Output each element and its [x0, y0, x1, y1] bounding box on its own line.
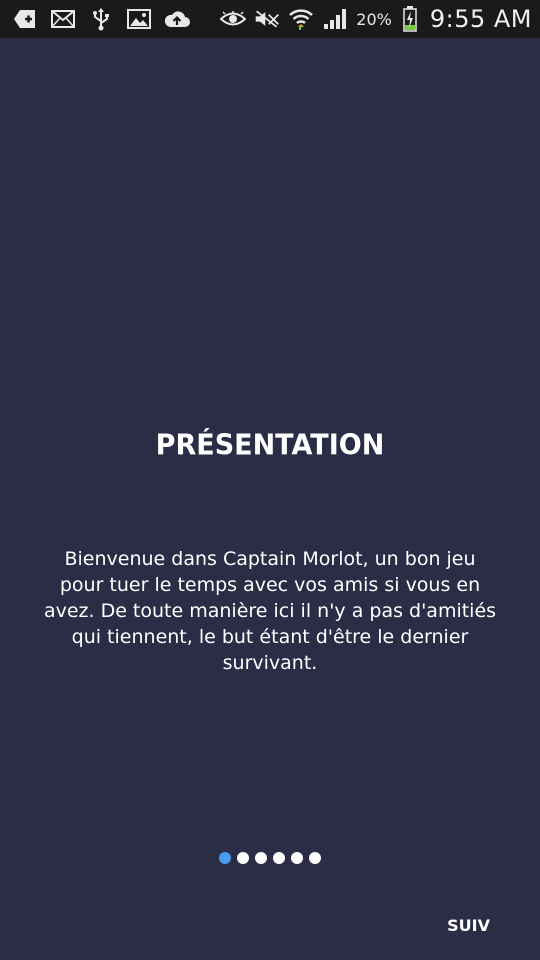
intro-text: Bienvenue dans Captain Morlot, un bon je… — [43, 548, 497, 674]
onboarding-screen: PRÉSENTATION Bienvenue dans Captain Morl… — [0, 38, 540, 960]
page-dot-3[interactable] — [255, 852, 267, 864]
next-button[interactable]: SUIV — [445, 912, 492, 939]
battery-charging-icon — [402, 6, 418, 32]
status-bar: 20% 9:55 AM — [0, 0, 540, 38]
mail-icon — [50, 6, 76, 32]
clock: 9:55 AM — [429, 5, 532, 33]
notification-icons — [12, 6, 190, 32]
upload-icon — [164, 6, 190, 32]
system-icons: 20% 9:55 AM — [220, 5, 532, 33]
page-dot-1[interactable] — [219, 852, 231, 864]
page-dot-6[interactable] — [309, 852, 321, 864]
page-indicator — [0, 852, 540, 864]
usb-icon — [88, 6, 114, 32]
signal-icon — [322, 6, 348, 32]
battery-percent: 20% — [356, 9, 392, 29]
mute-icon — [254, 6, 280, 32]
image-icon — [126, 6, 152, 32]
page-title: PRÉSENTATION — [155, 429, 385, 462]
page-dot-5[interactable] — [291, 852, 303, 864]
wifi-icon — [288, 6, 314, 32]
eye-icon — [220, 6, 247, 32]
add-icon — [12, 6, 38, 32]
page-dot-4[interactable] — [273, 852, 285, 864]
page-dot-2[interactable] — [237, 852, 249, 864]
